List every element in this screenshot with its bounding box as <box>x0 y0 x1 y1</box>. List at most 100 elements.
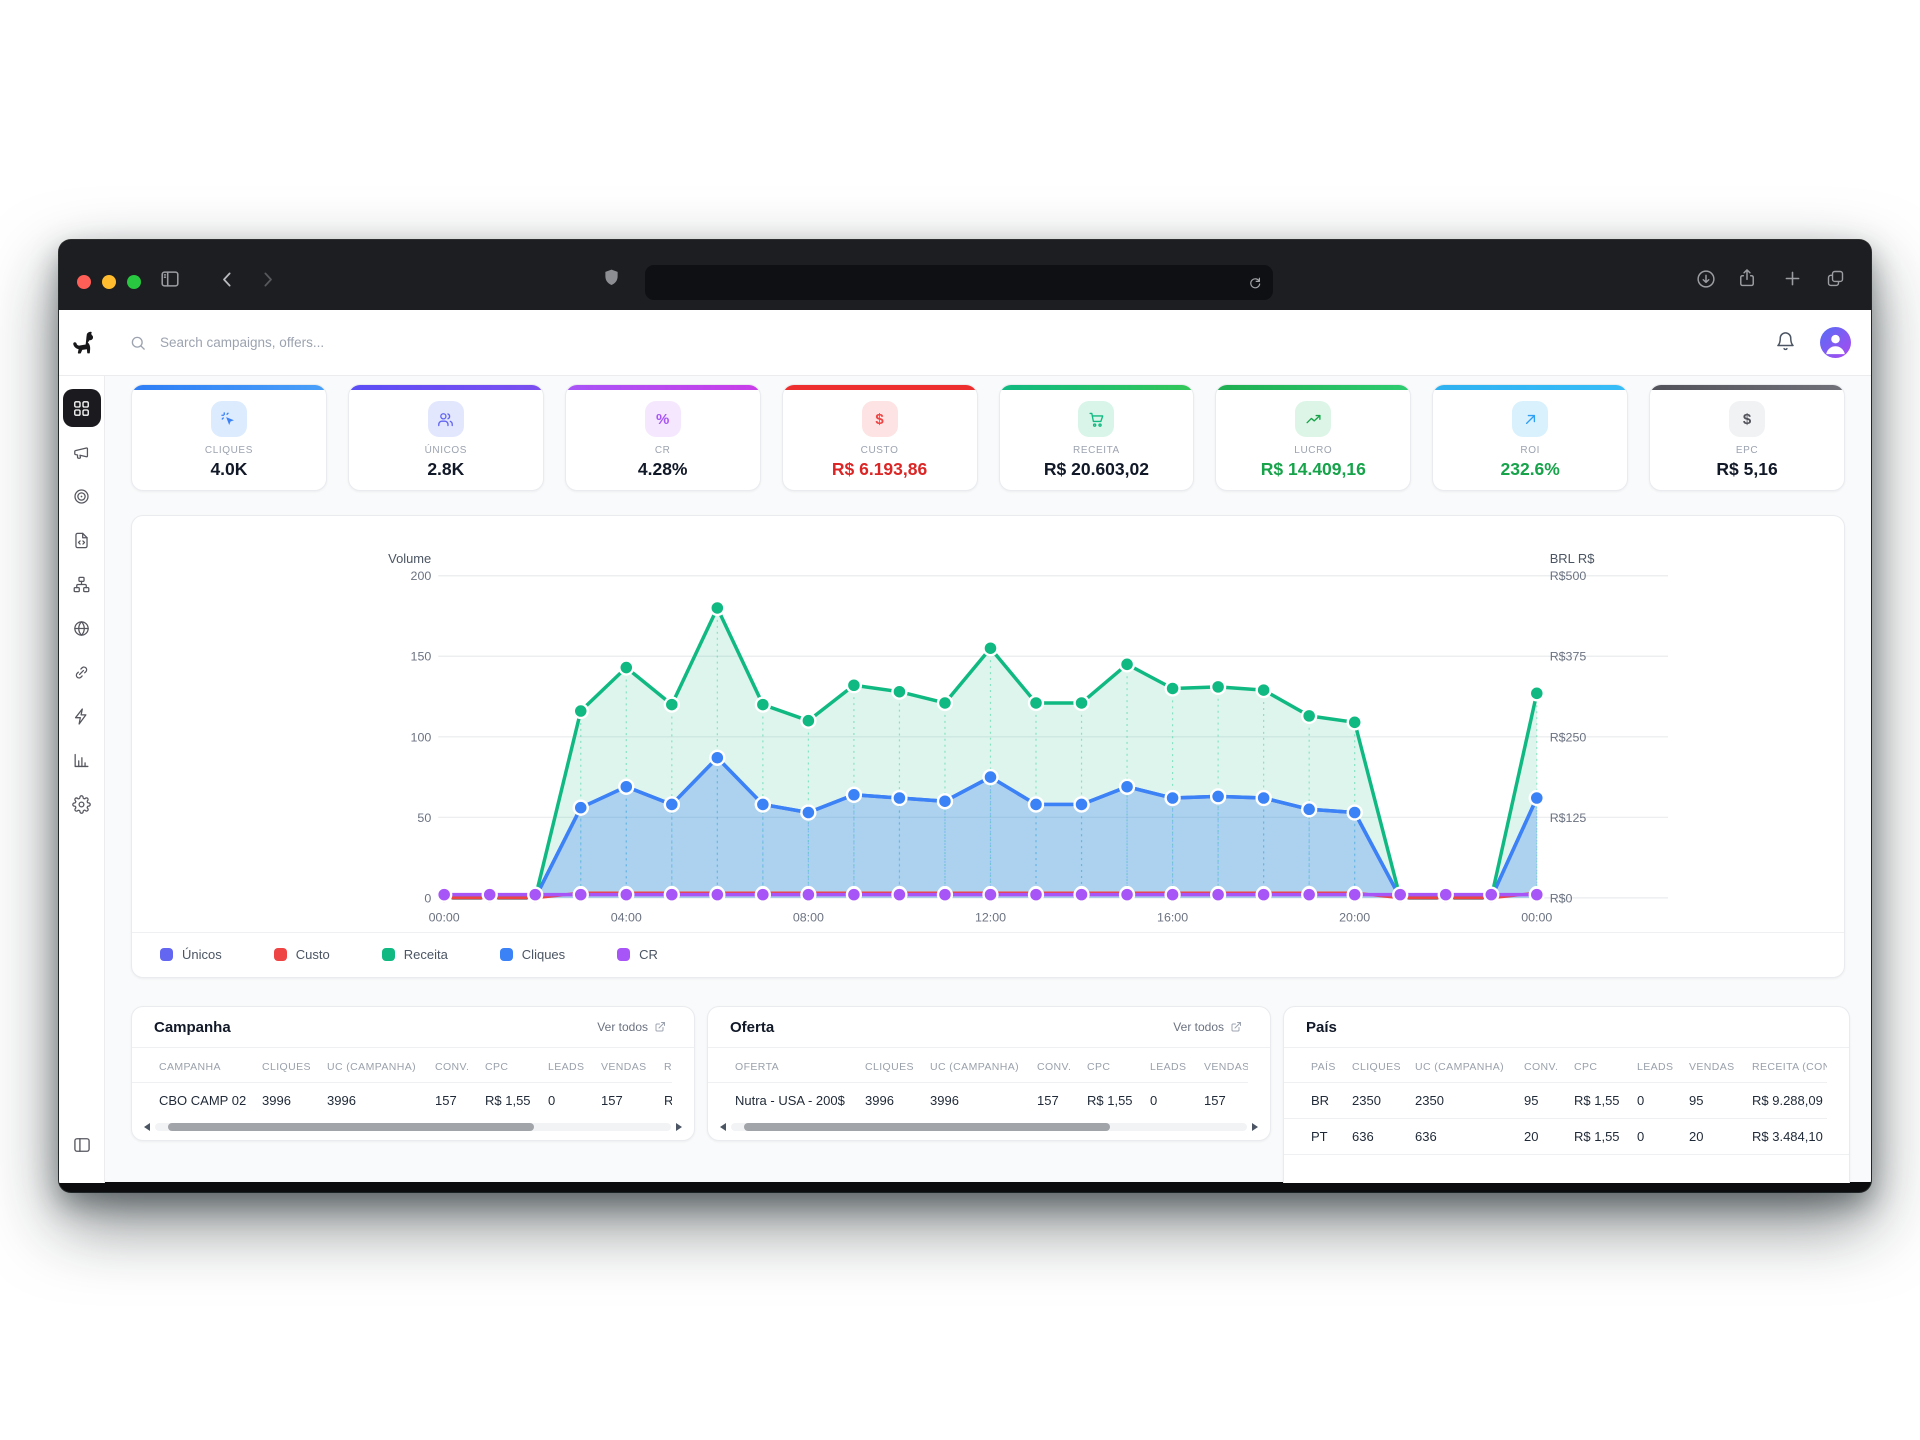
column-header: VENDAS <box>601 1048 664 1082</box>
table-cell: 20 <box>1689 1119 1752 1154</box>
chevron-back-icon <box>217 269 238 290</box>
table-cell: 157 <box>1037 1083 1087 1118</box>
sidebar-item-zap[interactable] <box>59 694 105 738</box>
forward-button[interactable] <box>257 269 278 290</box>
browser-toolbar <box>59 240 1871 311</box>
sidebar-item-gear[interactable] <box>59 782 105 826</box>
traffic-light-close[interactable] <box>77 275 91 289</box>
browser-sidebar-toggle-button[interactable] <box>159 268 181 290</box>
legend-item-receita[interactable]: Receita <box>382 947 448 962</box>
table-cell: 0 <box>1150 1083 1204 1118</box>
scroll-left-arrow[interactable] <box>720 1123 726 1131</box>
table-title: Oferta <box>730 1019 774 1036</box>
ver-todos-link[interactable]: Ver todos <box>591 1019 672 1035</box>
horizontal-scrollbar[interactable] <box>708 1118 1270 1140</box>
kpi-card-custo[interactable]: $CUSTOR$ 6.193,86 <box>782 384 978 491</box>
scroll-left-arrow[interactable] <box>144 1123 150 1131</box>
sidebar-item-link[interactable] <box>59 650 105 694</box>
chevron-forward-icon <box>257 269 278 290</box>
sidebar-item-sitemap[interactable] <box>59 562 105 606</box>
kpi-card-cr[interactable]: %CR4.28% <box>565 384 761 491</box>
scrollbar-track[interactable] <box>155 1123 671 1131</box>
table-row[interactable]: CBO CAMP 0239963996157R$ 1,550157R$ 20.6… <box>132 1082 672 1118</box>
kpi-accent-bar <box>132 385 326 390</box>
table-cell: Nutra - USA - 200$ <box>735 1083 865 1118</box>
app-logo[interactable] <box>59 329 105 356</box>
table-scroll-area[interactable]: CAMPANHACLIQUESUC (CAMPANHA)CONV.CPCLEAD… <box>132 1048 672 1118</box>
table-card-header: CampanhaVer todos <box>132 1007 694 1048</box>
share-icon <box>1736 267 1758 289</box>
table-row[interactable]: Nutra - USA - 200$39963996157R$ 1,550157… <box>708 1082 1248 1118</box>
svg-text:20:00: 20:00 <box>1339 911 1370 925</box>
main-content: CLIQUES4.0KÚNICOS2.8K%CR4.28%$CUSTOR$ 6.… <box>105 376 1871 1183</box>
table-cell: 636 <box>1415 1119 1524 1154</box>
scroll-right-arrow[interactable] <box>1252 1123 1258 1131</box>
scrollbar-thumb[interactable] <box>744 1123 1110 1131</box>
legend-item-únicos[interactable]: Únicos <box>160 947 222 962</box>
traffic-light-zoom[interactable] <box>127 275 141 289</box>
svg-text:Volume: Volume <box>388 551 431 566</box>
bars-icon <box>72 751 91 770</box>
table-scroll-area[interactable]: OFERTACLIQUESUC (CAMPANHA)CONV.CPCLEADSV… <box>708 1048 1248 1118</box>
column-header: VENDAS <box>1689 1048 1752 1082</box>
sidebar-item-filecode[interactable] <box>59 518 105 562</box>
table-card-país: PaísPAÍSCLIQUESUC (CAMPANHA)CONV.CPCLEAD… <box>1283 1006 1850 1183</box>
kpi-label: RECEITA <box>1073 445 1120 456</box>
table-cell: PT <box>1311 1119 1352 1154</box>
legend-item-custo[interactable]: Custo <box>274 947 330 962</box>
legend-item-cliques[interactable]: Cliques <box>500 947 565 962</box>
search-input[interactable] <box>158 334 482 351</box>
desktop-background: CLIQUES4.0KÚNICOS2.8K%CR4.28%$CUSTOR$ 6.… <box>0 0 1920 1440</box>
table-scroll-area[interactable]: PAÍSCLIQUESUC (CAMPANHA)CONV.CPCLEADSVEN… <box>1284 1048 1827 1154</box>
kpi-label: ROI <box>1520 445 1540 456</box>
users-icon <box>437 411 454 428</box>
table-cell: CBO CAMP 02 <box>159 1083 262 1118</box>
legend-swatch <box>382 948 395 961</box>
traffic-light-minimize[interactable] <box>102 275 116 289</box>
table-cell: 0 <box>548 1083 601 1118</box>
table-cell: R$ 3.484,10 <box>1752 1119 1827 1154</box>
sidebar-item-globe[interactable] <box>59 606 105 650</box>
ver-todos-link[interactable]: Ver todos <box>1167 1019 1248 1035</box>
svg-text:R$250: R$250 <box>1550 730 1587 744</box>
privacy-shield-icon[interactable] <box>601 267 622 288</box>
sidebar-item-megaphone[interactable] <box>59 430 105 474</box>
kpi-card-receita[interactable]: RECEITAR$ 20.603,02 <box>999 384 1195 491</box>
legend-item-cr[interactable]: CR <box>617 947 658 962</box>
column-header: UC (CAMPANHA) <box>930 1048 1037 1082</box>
tab-overview-button[interactable] <box>1825 268 1846 289</box>
sidebar-item-dashboard[interactable] <box>59 386 105 430</box>
active-item-chip <box>63 389 101 427</box>
kpi-icon-chip <box>1295 401 1331 437</box>
kpi-card-roi[interactable]: ROI232.6% <box>1432 384 1628 491</box>
sidebar-item-target[interactable] <box>59 474 105 518</box>
sidebar-collapse-button[interactable] <box>59 1123 105 1183</box>
column-header: PAÍS <box>1311 1048 1352 1082</box>
table-row[interactable]: BR2350235095R$ 1,55095R$ 9.288,09 <box>1284 1082 1827 1118</box>
volume-chart-svg: 0R$050R$125100R$250150R$375200R$500Volum… <box>132 532 1844 930</box>
kpi-card-epc[interactable]: $EPCR$ 5,16 <box>1649 384 1845 491</box>
address-bar[interactable] <box>645 265 1273 300</box>
downloads-button[interactable] <box>1695 268 1717 290</box>
legend-swatch <box>160 948 173 961</box>
share-button[interactable] <box>1736 267 1758 289</box>
kpi-card-únicos[interactable]: ÚNICOS2.8K <box>348 384 544 491</box>
horizontal-scrollbar[interactable] <box>132 1118 694 1140</box>
kpi-label: EPC <box>1736 445 1758 456</box>
user-avatar[interactable] <box>1820 327 1851 358</box>
svg-text:BRL R$: BRL R$ <box>1550 551 1595 566</box>
new-tab-button[interactable] <box>1782 268 1803 289</box>
scrollbar-track[interactable] <box>731 1123 1247 1131</box>
kpi-card-lucro[interactable]: LUCROR$ 14.409,16 <box>1215 384 1411 491</box>
table-row[interactable]: PT63663620R$ 1,55020R$ 3.484,10 <box>1284 1118 1827 1154</box>
column-header: CLIQUES <box>262 1048 327 1082</box>
sidebar-item-bars[interactable] <box>59 738 105 782</box>
notifications-button[interactable] <box>1775 331 1796 355</box>
kpi-icon-chip: $ <box>862 401 898 437</box>
svg-text:100: 100 <box>411 730 432 744</box>
back-button[interactable] <box>217 269 238 290</box>
reload-icon[interactable] <box>1247 275 1263 291</box>
kpi-card-cliques[interactable]: CLIQUES4.0K <box>131 384 327 491</box>
scrollbar-thumb[interactable] <box>168 1123 534 1131</box>
scroll-right-arrow[interactable] <box>676 1123 682 1131</box>
